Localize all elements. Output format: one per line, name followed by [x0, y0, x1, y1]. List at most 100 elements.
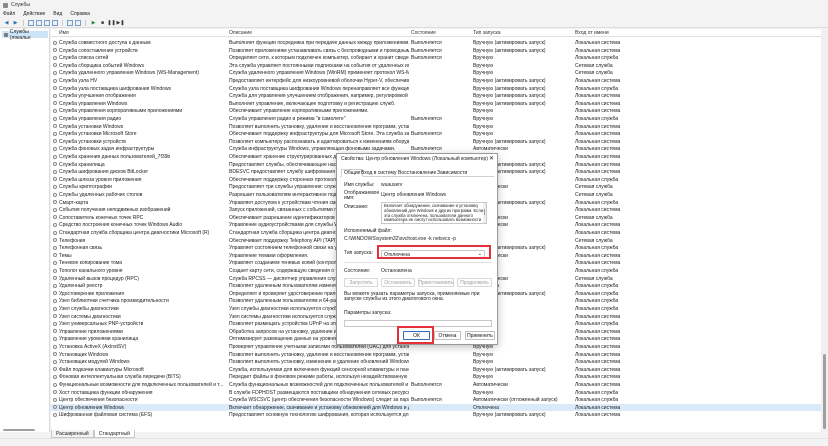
- table-row[interactable]: Служба сопоставления устройств Позволяет …: [51, 47, 821, 55]
- service-gear-icon: [53, 238, 57, 243]
- close-icon[interactable]: ✕: [489, 155, 494, 162]
- table-row[interactable]: Установщик модулей Windows Позволяет выпо…: [51, 358, 821, 366]
- console-tree-icon[interactable]: [28, 19, 34, 26]
- cell-logon-as: Локальная служба: [575, 283, 619, 290]
- cell-description: Служба функциональных возможностей для п…: [229, 382, 409, 388]
- cell-logon-as: Локальная система: [575, 131, 621, 138]
- description-box[interactable]: Включает обнаружение, скачивание и устан…: [381, 202, 487, 224]
- table-row[interactable]: Служба установки Microsoft Store Обеспечи…: [51, 130, 821, 138]
- table-row[interactable]: Служба управления Windows Выполняет управ…: [51, 100, 821, 108]
- table-row[interactable]: Служба установки Windows Позволяет выполн…: [51, 123, 821, 131]
- table-row[interactable]: Служба управления корпоративными приложе…: [51, 107, 821, 115]
- description-text: Включает обнаружение, скачивание и устан…: [384, 203, 484, 223]
- cell-startup-type: Вручную (активировать запуск): [473, 412, 546, 419]
- table-row[interactable]: Функциональные возможности для подключен…: [51, 381, 821, 389]
- scroll-thumb[interactable]: [3, 429, 35, 431]
- help-icon[interactable]: [67, 19, 73, 26]
- cell-startup-type: Вручную: [473, 389, 494, 396]
- export-list-icon[interactable]: [52, 19, 58, 26]
- table-row[interactable]: Служба управления радио Служба управления…: [51, 115, 821, 123]
- table-row[interactable]: Служба сборщика событий Windows Эта служб…: [51, 62, 821, 70]
- cell-description: Выполняет управление, включающее подгото…: [229, 100, 396, 107]
- refresh-icon[interactable]: [44, 19, 50, 26]
- restart-service-icon[interactable]: ▶❚: [116, 19, 124, 26]
- table-row[interactable]: Хост поставщика функции обнаружения В слу…: [51, 389, 821, 397]
- service-gear-icon: [53, 390, 57, 395]
- tree-item-services-local[interactable]: Службы (локальн: [2, 29, 48, 41]
- table-row[interactable]: Центр обеспечения безопасности Служба WSC…: [51, 396, 821, 404]
- cell-logon-as: Локальная служба: [575, 55, 619, 62]
- column-header-logon-as[interactable]: Вход от имени: [575, 30, 609, 36]
- pause-button[interactable]: Приостановить: [418, 278, 454, 287]
- tab-standard[interactable]: Стандартный: [93, 430, 135, 438]
- cell-description: Включает обнаружение, скачивание и устан…: [229, 404, 409, 411]
- service-gear-icon: [53, 352, 57, 357]
- service-gear-icon: [53, 70, 57, 75]
- properties-icon[interactable]: [75, 19, 81, 26]
- menu-file[interactable]: Файл: [3, 11, 15, 17]
- stop-service-icon[interactable]: ■: [99, 19, 106, 26]
- table-row[interactable]: Служба списка сетей Определяет сети, к ко…: [51, 54, 821, 62]
- description-scrollbar[interactable]: [483, 203, 486, 223]
- table-row[interactable]: Служба фоновых задач инфраструктуры Служб…: [51, 145, 821, 153]
- table-row[interactable]: Служба совместного доступа к данным Выпол…: [51, 39, 821, 47]
- start-service-icon[interactable]: ▶: [90, 19, 97, 26]
- cell-name: Удаленный реестр: [59, 283, 103, 290]
- list-view-icon[interactable]: [36, 19, 42, 26]
- tab-recovery[interactable]: Восстановление: [398, 170, 436, 176]
- toolbar: ◀ ▶ ▶ ■ ❚❚ ▶❚: [0, 18, 828, 28]
- table-row[interactable]: Служба установки устройств Позволяет комп…: [51, 138, 821, 146]
- column-header-startup-type[interactable]: Тип запуска: [473, 30, 501, 36]
- pause-service-icon[interactable]: ❚❚: [107, 19, 115, 26]
- table-row[interactable]: Шифрованная файловая система (EFS) Предос…: [51, 411, 821, 419]
- cell-logon-as: Сетевая служба: [575, 214, 613, 221]
- tab-dependencies[interactable]: Зависимости: [437, 170, 467, 176]
- highlight-ok: [397, 326, 434, 344]
- list-header: Имя Описание Состояние Тип запуска Вход …: [51, 29, 821, 37]
- menu-view[interactable]: Вид: [53, 11, 62, 17]
- table-row[interactable]: Фоновая интеллектуальная служба передачи…: [51, 373, 821, 381]
- cell-name: Теневое копирование тома: [59, 260, 123, 267]
- cell-description: Эта служба управляет постоянными подписк…: [229, 62, 409, 69]
- menu-help[interactable]: Справка: [70, 11, 90, 17]
- list-vertical-scrollbar[interactable]: [821, 29, 828, 432]
- service-gear-icon: [53, 184, 57, 189]
- service-gear-icon: [53, 245, 57, 250]
- apply-button[interactable]: Применить: [465, 331, 495, 340]
- cell-name: Служба хранения данных пользователей_7f3…: [59, 154, 171, 160]
- forward-icon[interactable]: ▶: [12, 19, 19, 26]
- scroll-thumb[interactable]: [823, 354, 826, 429]
- cell-logon-as: Локальная система: [575, 138, 621, 145]
- cell-startup-type: Вручную: [473, 70, 494, 77]
- resume-button[interactable]: Продолжить: [457, 278, 492, 287]
- cell-description: Служба узла поставщика шифрования Window…: [229, 85, 409, 92]
- service-name-label: Имя службы:: [344, 182, 375, 188]
- table-row[interactable]: Служба улучшения отображения Служба для у…: [51, 92, 821, 100]
- tree-horizontal-scrollbar[interactable]: [0, 428, 50, 432]
- cancel-button[interactable]: Отмена: [434, 331, 461, 340]
- cell-name: Центр обеспечения безопасности: [59, 397, 138, 404]
- column-header-description[interactable]: Описание: [229, 30, 252, 36]
- tab-logon[interactable]: Вход в систему: [361, 170, 397, 176]
- table-row[interactable]: Служба удаленного управления Windows (WS…: [51, 69, 821, 77]
- cell-logon-as: Локальная система: [575, 207, 621, 214]
- cell-description: Позволяет выполнять установку, изменение…: [229, 359, 409, 366]
- stop-button[interactable]: Остановить: [381, 278, 415, 287]
- tab-extended[interactable]: Расширенный: [51, 430, 94, 438]
- column-header-status[interactable]: Состояние: [411, 30, 436, 36]
- column-header-name[interactable]: Имя: [59, 30, 69, 36]
- cell-startup-type: Вручную: [473, 123, 494, 130]
- table-row[interactable]: Центр обновления Windows Включает обнаруж…: [51, 403, 821, 412]
- cell-startup-type: Вручную (активировать запуск): [473, 100, 546, 107]
- back-icon[interactable]: ◀: [3, 19, 10, 26]
- cell-description: Выполняет функции посредника при передач…: [229, 40, 409, 46]
- table-row[interactable]: Установщик Windows Позволяет выполнить ус…: [51, 351, 821, 359]
- menu-action[interactable]: Действие: [23, 11, 45, 17]
- table-row[interactable]: Служба узла поставщика шифрования Window…: [51, 85, 821, 93]
- cell-startup-type: Автоматически (отложенный запуск): [473, 397, 558, 404]
- cell-logon-as: Локальная система: [575, 222, 621, 229]
- start-button[interactable]: Запустить: [344, 278, 378, 287]
- table-row[interactable]: Служба узла HV Предоставляет интерфейс дл…: [51, 77, 821, 85]
- table-row[interactable]: Файл подкачки клавиатуры Microsoft Служба…: [51, 366, 821, 374]
- cell-name: Смарт-карта: [59, 199, 89, 206]
